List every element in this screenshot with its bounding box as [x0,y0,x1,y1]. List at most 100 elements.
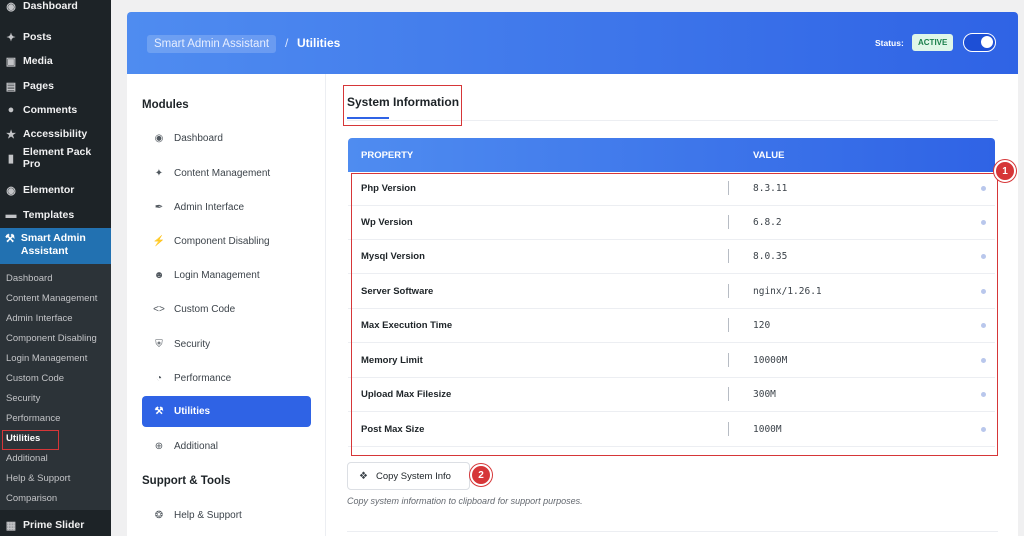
wp-menu-label: Media [23,55,53,67]
module-label: Help & Support [174,510,242,521]
modules-nav: Modules ◉ Dashboard ✦ Content Management ✒… [127,74,326,536]
module-component-disabling[interactable]: ⚡ Component Disabling [142,226,311,257]
wp-menu-posts[interactable]: ✦ Posts [0,28,111,46]
palette-icon: ◉ [154,133,164,144]
status-label: Status: [875,38,904,48]
wp-menu-element-pack-pro[interactable]: ▮ Element Pack Pro [0,146,111,170]
wp-menu-media[interactable]: ▣ Media [0,52,111,70]
wp-menu-comments[interactable]: ● Comments [0,101,111,119]
column-value: VALUE [753,150,785,161]
breadcrumb-plugin[interactable]: Smart Admin Assistant [147,35,277,53]
wp-submenu-content-management[interactable]: Content Management [6,293,97,304]
modules-heading: Modules [142,99,189,111]
wp-menu-label: Prime Slider [23,519,85,531]
wp-menu-elementor[interactable]: ◉ Elementor [0,181,111,199]
module-label: Additional [174,441,218,452]
copy-system-info-button[interactable]: ❖ Copy System Info [347,462,470,490]
module-login-management[interactable]: ☻ Login Management [142,260,311,291]
user-icon: ☻ [153,270,165,281]
module-label: Login Management [174,270,260,281]
module-performance[interactable]: ◔ Performance [142,363,311,394]
star-icon: ★ [6,128,16,141]
elementor-icon: ◉ [6,184,16,197]
module-label: Admin Interface [174,202,245,213]
wp-admin-sidebar: ◉ Dashboard ✦ Posts ▣ Media ▤ Pages ● Comment… [0,0,111,536]
element-pack-icon: ▮ [7,152,14,165]
main-panel: Modules ◉ Dashboard ✦ Content Management ✒… [127,74,1018,536]
module-security[interactable]: ⛨ Security [142,329,311,360]
wp-menu-accessibility[interactable]: ★ Accessibility [0,125,111,143]
wp-submenu-additional[interactable]: Additional [6,453,48,464]
wp-menu-prime-slider[interactable]: ▦ Prime Slider [0,516,111,534]
module-label: Custom Code [174,304,236,315]
wp-submenu-security[interactable]: Security [6,393,40,404]
wp-menu-label: Pages [23,80,54,92]
wp-submenu-dashboard[interactable]: Dashboard [6,273,52,284]
shield-icon: ⛨ [155,339,163,350]
module-label: Dashboard [174,133,223,144]
module-dashboard[interactable]: ◉ Dashboard [142,123,311,154]
wp-menu-pages[interactable]: ▤ Pages [0,77,111,95]
copy-button-label: Copy System Info [375,470,451,482]
support-heading: Support & Tools [142,475,231,487]
plug-icon: ⚡ [152,236,166,247]
status-badge: ACTIVE [912,34,954,51]
wp-menu-label: Smart Admin Assistant [20,232,86,257]
prime-slider-icon: ▦ [5,519,17,532]
copy-icon: ❖ [359,470,368,482]
module-label: Performance [174,373,232,384]
annotation-badge-1: 1 [994,160,1016,182]
wp-submenu-admin-interface[interactable]: Admin Interface [6,313,73,324]
wp-menu-dashboard[interactable]: ◉ Dashboard [0,0,111,14]
module-custom-code[interactable]: <> Custom Code [142,294,311,325]
wp-menu-label: Element Pack Pro [22,146,92,170]
module-label: Content Management [174,168,271,179]
module-utilities[interactable]: ⚒ Utilities [142,396,311,427]
dashboard-icon: ◉ [6,0,16,13]
wp-submenu-comparison[interactable]: Comparison [6,493,57,504]
module-additional[interactable]: ⊕ Additional [142,431,311,462]
brush-icon: ✒ [154,202,164,213]
module-label: Utilities [174,406,211,417]
wp-menu-label: Accessibility [23,128,88,140]
wp-submenu-login-management[interactable]: Login Management [6,353,87,364]
utilities-highlight-box [2,430,59,450]
section-title-highlight-box [343,85,462,126]
module-admin-interface[interactable]: ✒ Admin Interface [142,192,311,223]
breadcrumb-current: Utilities [297,36,341,50]
annotation-badge-2: 2 [470,464,492,486]
wp-menu-smart-admin-assistant[interactable]: ⚒ Smart Admin Assistant [0,228,111,264]
module-content-management[interactable]: ✦ Content Management [142,158,311,189]
copy-help-text: Copy system information to clipboard for… [347,496,583,506]
system-info-table-header: PROPERTY VALUE [348,138,995,172]
lifebuoy-icon: ❂ [154,510,164,521]
wp-menu-templates[interactable]: ▬ Templates [0,206,111,224]
wp-menu-label: Comments [23,104,78,116]
wp-submenu-custom-code[interactable]: Custom Code [6,373,64,384]
toggle-knob [981,36,993,48]
wp-menu-label: Posts [23,31,52,43]
wrench-icon: ⚒ [154,406,164,417]
wp-submenu-component-disabling[interactable]: Component Disabling [6,333,97,344]
module-label: Security [174,339,211,350]
wp-menu-label: Templates [23,209,75,221]
wrench-icon: ⚒ [5,232,15,245]
media-icon: ▣ [5,55,17,68]
bottom-divider [347,531,998,532]
column-property: PROPERTY [361,150,414,161]
wp-submenu-help-support[interactable]: Help & Support [6,473,70,484]
gauge-icon: ◔ [155,373,163,384]
pages-icon: ▤ [5,80,17,93]
table-highlight-box [351,173,998,456]
plugin-header: Smart Admin Assistant / Utilities Status… [127,12,1018,74]
pin-icon: ✦ [154,168,164,179]
status-toggle[interactable] [963,33,996,52]
module-help-support[interactable]: ❂ Help & Support [142,500,311,531]
wp-submenu-performance[interactable]: Performance [6,413,60,424]
pin-icon: ✦ [6,31,16,44]
plus-circle-icon: ⊕ [154,441,164,452]
wp-menu-label: Dashboard [23,0,78,12]
comment-icon: ● [7,104,15,116]
wp-submenu: Dashboard Content Management Admin Inter… [0,264,111,510]
folder-icon: ▬ [5,209,17,221]
